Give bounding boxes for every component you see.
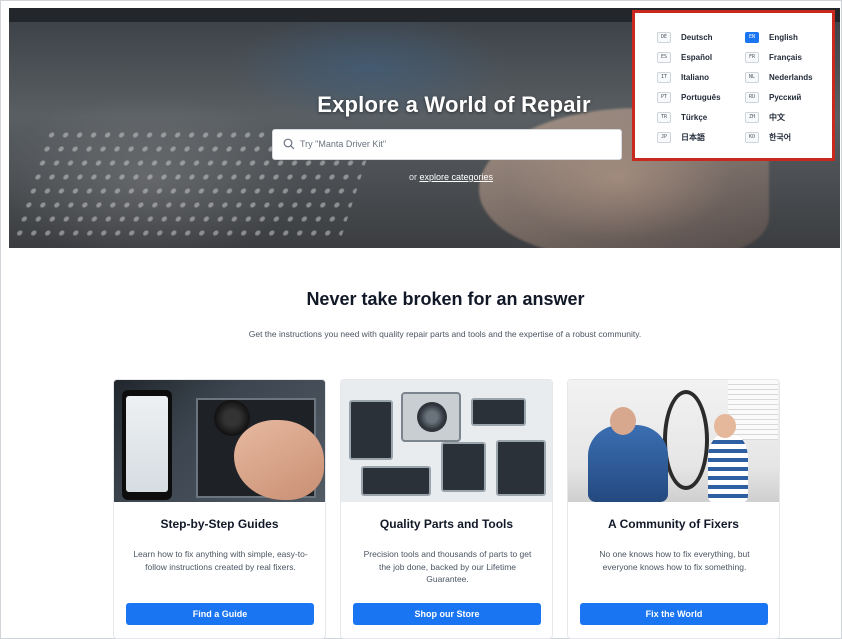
language-option-it[interactable]: IT Italiano xyxy=(657,70,709,84)
language-option-es[interactable]: ES Español xyxy=(657,50,712,64)
community-image xyxy=(568,380,779,502)
language-name: English xyxy=(769,32,798,42)
section-subhead: Get the instructions you need with quali… xyxy=(248,329,642,339)
language-code-badge: RU xyxy=(745,91,759,103)
card-title: A Community of Fixers xyxy=(608,517,739,531)
language-name: Español xyxy=(681,52,713,62)
language-option-fr[interactable]: FR Français xyxy=(745,50,802,64)
find-guide-button[interactable]: Find a Guide xyxy=(126,603,314,625)
shop-store-button[interactable]: Shop our Store xyxy=(353,603,541,625)
parts-image xyxy=(341,380,552,502)
language-option-ko[interactable]: KO 한국어 xyxy=(745,130,791,144)
language-code-badge: ES xyxy=(657,51,671,63)
language-name: 日本語 xyxy=(681,132,705,142)
guides-image xyxy=(114,380,325,502)
card-description: Learn how to fix anything with simple, e… xyxy=(133,549,308,572)
language-selector-panel: DE Deutsch EN English ES Español FR Français IT I… xyxy=(632,10,835,161)
language-option-zh[interactable]: ZH 中文 xyxy=(745,110,785,124)
card-title: Quality Parts and Tools xyxy=(379,517,514,531)
language-code-badge: DE xyxy=(657,31,671,43)
language-name: Nederlands xyxy=(769,72,813,82)
search-input[interactable]: Try "Manta Driver Kit" xyxy=(272,129,622,160)
language-option-tr[interactable]: TR Türkçe xyxy=(657,110,707,124)
language-name: 中文 xyxy=(769,112,785,122)
language-option-jp[interactable]: JP 日本語 xyxy=(657,130,705,144)
language-name: Português xyxy=(681,92,721,102)
explore-line: or explore categories xyxy=(9,172,840,182)
language-option-ru[interactable]: RU Русский xyxy=(745,90,801,104)
language-name: Deutsch xyxy=(681,32,713,42)
language-code-badge: FR xyxy=(745,51,759,63)
language-code-badge: PT xyxy=(657,91,671,103)
language-code-badge: EN xyxy=(745,31,759,43)
explore-prefix: or xyxy=(408,172,417,182)
language-code-badge: TR xyxy=(657,111,671,123)
card-guides: Step-by-Step Guides Learn how to fix any… xyxy=(113,379,326,639)
card-title: Step-by-Step Guides xyxy=(160,517,279,531)
language-code-badge: IT xyxy=(657,71,671,83)
language-code-badge: KO xyxy=(745,131,759,143)
search-placeholder: Try "Manta Driver Kit" xyxy=(300,139,387,149)
language-code-badge: ZH xyxy=(745,111,759,123)
language-code-badge: JP xyxy=(657,131,671,143)
fix-world-button[interactable]: Fix the World xyxy=(580,603,768,625)
search-icon xyxy=(283,138,295,150)
section-headline: Never take broken for an answer xyxy=(306,289,585,309)
explore-categories-link[interactable]: explore categories xyxy=(419,172,493,182)
card-description: No one knows how to fix everything, but … xyxy=(599,549,750,572)
card-description: Precision tools and thousands of parts t… xyxy=(363,549,532,584)
language-option-en[interactable]: EN English xyxy=(745,30,798,44)
language-name: Italiano xyxy=(681,72,710,82)
language-option-de[interactable]: DE Deutsch xyxy=(657,30,713,44)
card-community: A Community of Fixers No one knows how t… xyxy=(567,379,780,639)
language-code-badge: NL xyxy=(745,71,759,83)
language-name: 한국어 xyxy=(769,132,792,142)
language-name: Türkçe xyxy=(681,112,708,122)
language-option-nl[interactable]: NL Nederlands xyxy=(745,70,813,84)
card-parts: Quality Parts and Tools Precision tools … xyxy=(340,379,553,639)
language-name: Français xyxy=(769,52,802,62)
language-option-pt[interactable]: PT Português xyxy=(657,90,721,104)
language-name: Русский xyxy=(769,92,802,102)
